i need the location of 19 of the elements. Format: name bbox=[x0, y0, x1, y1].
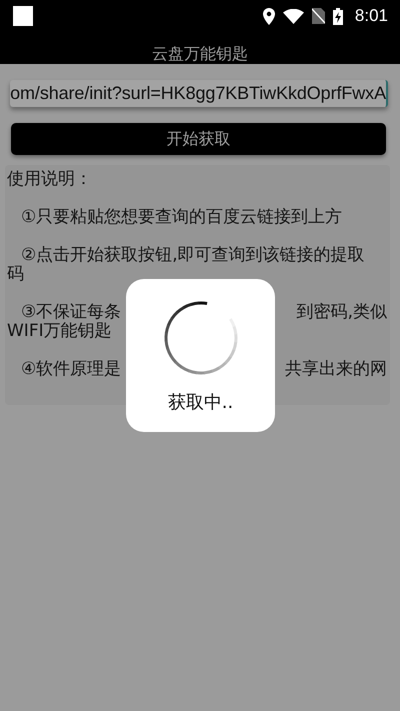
url-input-field[interactable]: om/share/init?surl=HK8gg7KBTiwKkdOprfFwxA bbox=[10, 80, 388, 107]
instructions-heading: 使用说明： bbox=[7, 170, 93, 189]
app-title: 云盘万能钥匙 bbox=[152, 43, 248, 65]
loading-message: 获取中.. bbox=[168, 391, 234, 414]
instruction-text-fragment: WIFI万能钥匙 bbox=[7, 322, 113, 341]
instruction-text: ①只要粘贴您想要查询的百度云链接到上方 bbox=[20, 208, 344, 227]
instruction-text-fragment: ④软件原理是 bbox=[21, 360, 122, 379]
clock-time: 8:01 bbox=[354, 6, 388, 26]
instruction-text: ②点击开始获取按钮,即可查询到该链接的提取码 bbox=[7, 246, 366, 284]
wifi-icon bbox=[282, 8, 304, 24]
instruction-text-fragment: ③不保证每条 bbox=[21, 303, 122, 322]
instruction-text-fragment: 到密码,类似 bbox=[296, 303, 387, 322]
no-sim-icon bbox=[312, 8, 325, 24]
instruction-text-fragment: 共享出来的网 bbox=[285, 360, 387, 379]
loading-spinner-icon bbox=[162, 300, 238, 376]
start-fetch-button[interactable]: 开始获取 bbox=[11, 123, 386, 155]
location-pin-icon bbox=[262, 8, 275, 24]
notification-icon bbox=[13, 6, 33, 26]
battery-charging-icon bbox=[332, 8, 343, 24]
